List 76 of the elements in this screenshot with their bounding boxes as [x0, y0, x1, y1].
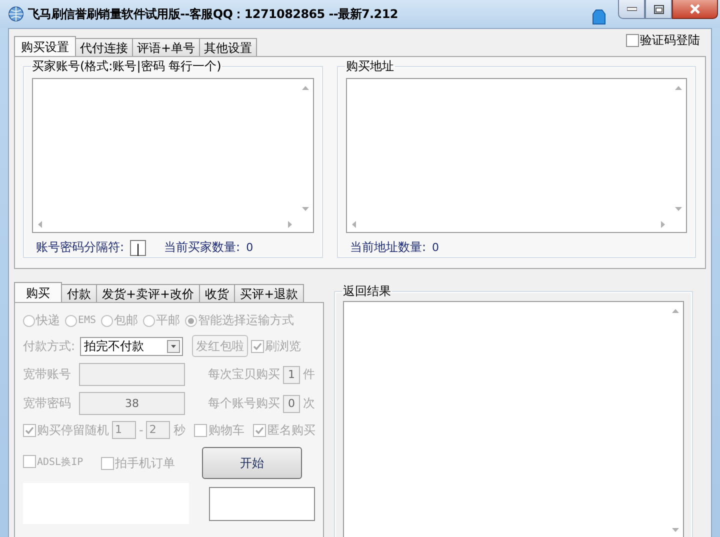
tab[interactable]: 付款: [61, 284, 97, 302]
checkbox-label: 购买停留随机: [37, 422, 109, 438]
checkbox[interactable]: [251, 340, 264, 352]
scroll-down-icon[interactable]: [674, 207, 682, 211]
broadband-password-field[interactable]: 38: [79, 392, 185, 415]
checkbox-label: 拍手机订单: [115, 454, 176, 472]
radio-label: 快递: [36, 312, 60, 329]
checkbox-label: 匿名购买: [267, 422, 316, 438]
group-title: 购买地址: [345, 58, 395, 75]
checkbox[interactable]: [23, 455, 36, 468]
scroll-right-icon[interactable]: [661, 220, 665, 228]
scroll-down-icon[interactable]: [302, 207, 308, 211]
minimize-icon: [626, 7, 636, 11]
scroll-right-icon[interactable]: [288, 220, 292, 228]
checkbox-label: 购物车: [208, 422, 244, 438]
radio-button[interactable]: [143, 314, 156, 326]
text-area[interactable]: [32, 78, 314, 233]
unit-label: 件: [303, 366, 315, 383]
close-icon: [689, 4, 701, 14]
broadband-password-label: 宽带密码: [23, 395, 72, 412]
checkbox[interactable]: [101, 456, 114, 470]
checkbox-label: 刷浏览: [265, 338, 302, 354]
radio-label: 包邮: [114, 312, 138, 329]
radio-button[interactable]: [65, 314, 77, 326]
tab[interactable]: 购买: [14, 282, 62, 302]
broadband-account-label: 宽带账号: [23, 366, 72, 383]
globe-icon: [8, 6, 24, 22]
broadband-account-field[interactable]: [79, 363, 185, 386]
checkbox[interactable]: [253, 424, 266, 436]
quantity-field[interactable]: 0: [283, 394, 300, 412]
scroll-left-icon[interactable]: [352, 220, 356, 228]
separator-field[interactable]: |: [130, 240, 146, 256]
tab[interactable]: 购买设置: [14, 36, 76, 56]
range-separator: -: [139, 423, 144, 437]
scroll-left-icon[interactable]: [38, 220, 42, 228]
tab[interactable]: 评语+单号: [132, 38, 200, 56]
checkbox-label: 验证码登陆: [640, 32, 700, 49]
scroll-up-icon[interactable]: [672, 309, 678, 313]
checkbox-label: ADSL换IP: [37, 456, 84, 469]
scroll-up-icon[interactable]: [302, 86, 308, 90]
payment-label: 付款方式:: [23, 338, 76, 354]
radio-label: EMS: [78, 315, 96, 326]
per-account-label: 每个账号购买: [208, 395, 280, 412]
radio-label: 智能选择运输方式: [198, 312, 294, 329]
checkbox[interactable]: [23, 424, 36, 436]
group-title: 返回结果: [342, 283, 392, 300]
scroll-up-icon[interactable]: [674, 86, 682, 90]
checkbox[interactable]: [626, 34, 639, 47]
tab[interactable]: 代付连接: [75, 38, 133, 56]
tab[interactable]: 收货: [199, 284, 236, 302]
radio-button[interactable]: [185, 314, 198, 326]
radio-button[interactable]: [101, 314, 114, 326]
start-button[interactable]: 开始: [202, 447, 302, 479]
close-button[interactable]: [672, 0, 718, 19]
tab[interactable]: 发货+卖评+改价: [96, 284, 200, 302]
buyer-count: 0: [246, 241, 254, 254]
maximize-icon: [654, 4, 664, 14]
maximize-button[interactable]: [645, 0, 672, 19]
radio-label: 平邮: [156, 312, 180, 329]
payment-dropdown[interactable]: 拍完不付款: [80, 336, 184, 356]
minimize-button[interactable]: [618, 0, 645, 19]
checkbox[interactable]: [194, 424, 208, 436]
address-count: 0: [432, 241, 440, 254]
separator-label: 账号密码分隔符:: [36, 239, 124, 256]
per-item-label: 每次宝贝购买: [208, 366, 280, 383]
unit-label: 次: [303, 395, 315, 412]
radio-button[interactable]: [23, 314, 35, 326]
buyer-count-label: 当前买家数量:: [164, 239, 240, 256]
address-count-label: 当前地址数量:: [350, 239, 426, 256]
scroll-down-icon[interactable]: [672, 528, 678, 532]
tab[interactable]: 买评+退款: [234, 284, 304, 302]
quantity-field[interactable]: 1: [283, 366, 300, 384]
window-title: 飞马刷信誉刷销量软件试用版--客服QQ：1271082865 --最新7.212: [28, 6, 398, 22]
tab[interactable]: 其他设置: [199, 38, 258, 56]
group-title: 买家账号(格式:账号|密码 每行一个): [31, 58, 222, 75]
seconds-label: 秒: [173, 422, 186, 438]
